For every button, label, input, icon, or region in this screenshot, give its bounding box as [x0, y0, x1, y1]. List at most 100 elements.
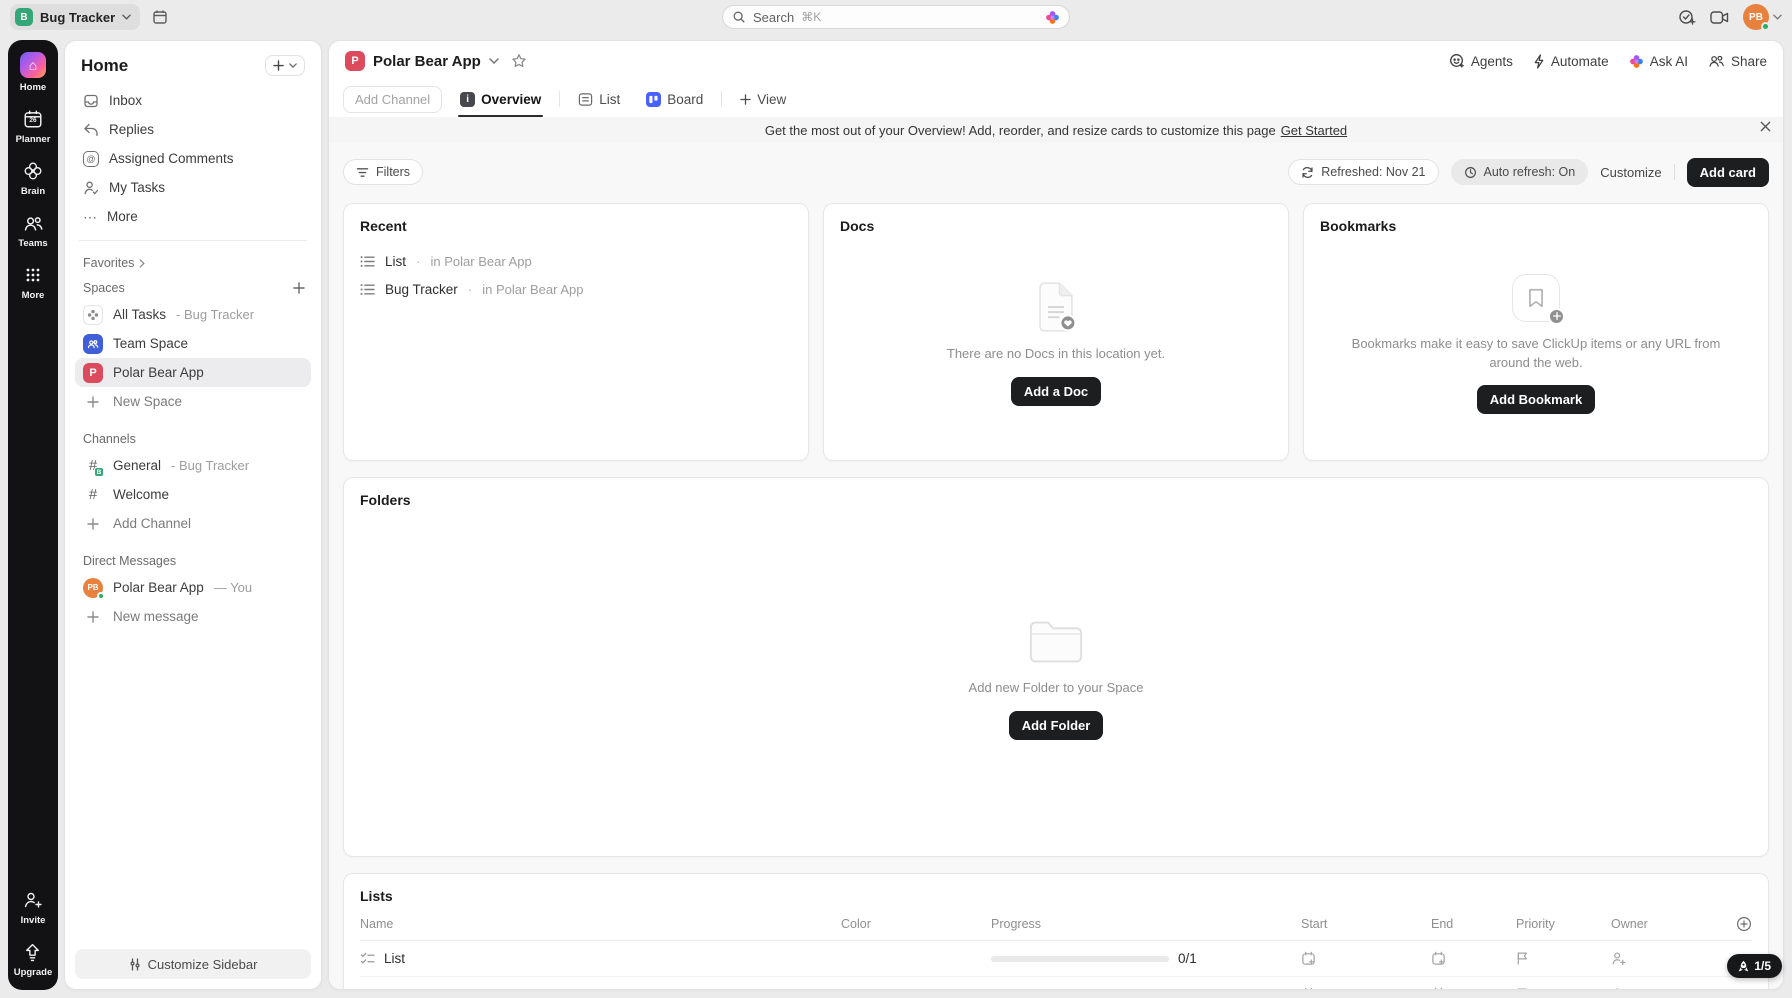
view-tabs: Add Channel i Overview List Board View [329, 81, 1783, 117]
online-status-dot [1761, 22, 1770, 31]
chevron-down-icon [122, 14, 131, 20]
rail-label: Teams [18, 238, 47, 249]
sidebar-item-new-message[interactable]: New message [75, 602, 311, 631]
sidebar-item-add-channel[interactable]: Add Channel [75, 509, 311, 538]
sidebar-item-more[interactable]: ⋯ More [75, 202, 311, 231]
column-header-start[interactable]: Start [1301, 917, 1431, 931]
sidebar-item-inbox[interactable]: Inbox [75, 86, 311, 115]
rail-item-upgrade[interactable]: Upgrade [14, 941, 53, 978]
planner-day: 26 [22, 117, 44, 124]
search-input[interactable]: Search ⌘K [722, 5, 1070, 29]
flag-icon[interactable] [1516, 987, 1611, 989]
tab-label: Board [667, 92, 703, 107]
sidebar-item-label: My Tasks [109, 180, 165, 195]
overview-toolbar: Filters Refreshed: Nov 21 Auto refresh: … [343, 157, 1769, 187]
list-row-list[interactable]: List 0/1 [360, 941, 1752, 977]
calendar-plus-icon[interactable] [1301, 951, 1431, 966]
add-channel-label: Add Channel [113, 516, 191, 531]
add-bookmark-button[interactable]: Add Bookmark [1477, 385, 1595, 414]
customize-button[interactable]: Customize [1600, 165, 1661, 180]
column-header-owner[interactable]: Owner [1611, 917, 1716, 931]
list-row-bug-tracker[interactable]: Bug Tracker 0/2 [360, 977, 1752, 989]
ask-ai-button[interactable]: Ask AI [1629, 54, 1688, 69]
refreshed-button[interactable]: Refreshed: Nov 21 [1288, 159, 1438, 185]
rail-item-brain[interactable]: Brain [21, 160, 45, 197]
customize-sidebar-button[interactable]: Customize Sidebar [75, 949, 311, 979]
spaces-section-header[interactable]: Spaces [75, 275, 133, 300]
rail-item-more[interactable]: More [22, 264, 45, 301]
sidebar-item-polar-bear-app[interactable]: P Polar Bear App [75, 358, 311, 387]
sidebar-item-replies[interactable]: Replies [75, 115, 311, 144]
column-header-end[interactable]: End [1431, 917, 1516, 931]
column-header-name[interactable]: Name [360, 917, 841, 931]
chevron-down-icon [1773, 14, 1782, 20]
sidebar-new-button[interactable] [265, 55, 305, 76]
workspace-name: Bug Tracker [40, 10, 115, 25]
flag-icon[interactable] [1516, 951, 1611, 966]
new-message-label: New message [113, 609, 199, 624]
get-started-link[interactable]: Get Started [1281, 123, 1347, 138]
clip-record-button[interactable] [1710, 10, 1729, 25]
lists-table-header: Name Color Progress Start End Priority O… [360, 916, 1752, 941]
add-channel-tab-button[interactable]: Add Channel [343, 86, 442, 113]
calendar-button[interactable] [152, 9, 168, 25]
calendar-plus-icon[interactable] [1301, 987, 1431, 989]
chevron-down-icon[interactable] [489, 58, 499, 64]
add-column-icon[interactable] [1716, 916, 1752, 932]
dm-avatar: PB [83, 578, 103, 598]
filters-button[interactable]: Filters [343, 159, 423, 185]
column-header-progress[interactable]: Progress [991, 917, 1301, 931]
close-icon[interactable] [1760, 121, 1771, 132]
column-header-priority[interactable]: Priority [1516, 917, 1611, 931]
sidebar-item-channel-general[interactable]: #B General - Bug Tracker [75, 451, 311, 480]
calendar-plus-icon[interactable] [1431, 987, 1516, 989]
add-view-button[interactable]: View [732, 81, 794, 117]
calendar-plus-icon[interactable] [1431, 951, 1516, 966]
banner-text: Get the most out of your Overview! Add, … [765, 123, 1276, 138]
add-space-icon[interactable] [293, 282, 305, 294]
automate-button[interactable]: Automate [1533, 54, 1609, 69]
sidebar-item-my-tasks[interactable]: My Tasks [75, 173, 311, 202]
add-card-button[interactable]: Add card [1687, 158, 1769, 187]
rail-label: Upgrade [14, 967, 53, 978]
favorites-section-header[interactable]: Favorites [75, 250, 311, 275]
tab-overview[interactable]: i Overview [452, 81, 549, 117]
favorite-star-icon[interactable] [511, 53, 527, 69]
ai-flower-icon[interactable] [1045, 10, 1060, 25]
person-plus-icon[interactable] [1611, 987, 1716, 989]
rail-item-planner[interactable]: 26 Planner [16, 108, 51, 145]
tab-board[interactable]: Board [638, 81, 711, 117]
filters-label: Filters [376, 165, 410, 179]
rail-item-invite[interactable]: Invite [21, 889, 46, 926]
user-menu[interactable]: PB [1743, 4, 1782, 30]
auto-refresh-toggle[interactable]: Auto refresh: On [1451, 159, 1589, 185]
sidebar-item-team-space[interactable]: Team Space [75, 329, 311, 358]
workspace-switcher[interactable]: B Bug Tracker [10, 4, 140, 30]
rail-label: Planner [16, 134, 51, 145]
sidebar-item-assigned-comments[interactable]: @ Assigned Comments [75, 144, 311, 173]
recent-item-bug-tracker[interactable]: Bug Tracker · in Polar Bear App [360, 275, 792, 303]
sidebar-item-new-space[interactable]: New Space [75, 387, 311, 416]
sidebar-item-dm-polar-bear[interactable]: PB Polar Bear App — You [75, 573, 311, 602]
quick-create-task-button[interactable] [1678, 8, 1696, 26]
list-rows-icon [360, 255, 375, 268]
dm-section-header[interactable]: Direct Messages [75, 548, 311, 573]
rail-item-home[interactable]: ⌂ Home [20, 52, 46, 93]
rail-item-teams[interactable]: Teams [18, 212, 47, 249]
person-check-icon [83, 180, 99, 196]
card-title: Docs [840, 218, 1272, 234]
sidebar-item-all-tasks[interactable]: All Tasks - Bug Tracker [75, 300, 311, 329]
share-button[interactable]: Share [1708, 54, 1767, 69]
column-header-color[interactable]: Color [841, 917, 991, 931]
list-name: List [384, 951, 405, 966]
ellipsis-icon: ⋯ [83, 213, 97, 221]
add-folder-button[interactable]: Add Folder [1009, 711, 1104, 740]
channels-section-header[interactable]: Channels [75, 426, 311, 451]
tab-list[interactable]: List [570, 81, 628, 117]
add-doc-button[interactable]: Add a Doc [1011, 377, 1101, 406]
person-plus-icon[interactable] [1611, 951, 1716, 966]
trial-usage-badge[interactable]: 1/5 [1727, 954, 1782, 978]
agents-button[interactable]: Agents [1449, 53, 1513, 69]
sidebar-item-channel-welcome[interactable]: # Welcome [75, 480, 311, 509]
recent-item-list[interactable]: List · in Polar Bear App [360, 247, 792, 275]
